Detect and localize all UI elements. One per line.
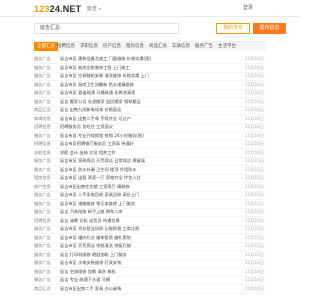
- tab-job-seekers[interactable]: 求职信息: [80, 42, 98, 51]
- login-link[interactable]: 登录: [243, 5, 253, 12]
- chevron-down-icon: ▾: [98, 6, 101, 11]
- city-switcher[interactable]: 延吉 ▾: [87, 5, 101, 13]
- publish-info-button[interactable]: 发布信息: [253, 23, 286, 34]
- city-label: 延吉: [87, 6, 98, 12]
- tab-services[interactable]: 服务广告: [195, 42, 213, 51]
- listing-title[interactable]: 延吉市区出售二手 家具 办公桌椅: [60, 284, 210, 293]
- tab-jobs[interactable]: 招聘信息: [57, 42, 75, 51]
- site-logo[interactable]: 12324.NET: [34, 4, 81, 14]
- logo-domain: 24.NET: [49, 4, 82, 14]
- search-bar: 延吉汇总 我的发布 发布信息: [34, 21, 286, 37]
- list-item[interactable]: 商品汇总 延吉市区出售二手 家具 办公桌椅 11月14日: [34, 284, 266, 294]
- logo-number: 123: [34, 4, 50, 14]
- tab-all[interactable]: 全部汇总: [34, 42, 58, 51]
- tab-life[interactable]: 生活平台: [218, 42, 236, 51]
- my-posts-button[interactable]: 我的发布: [216, 23, 250, 34]
- search-input[interactable]: 延吉汇总: [34, 23, 179, 34]
- tab-property[interactable]: 房产信息: [103, 42, 121, 51]
- tab-rentals[interactable]: 租房信息: [126, 42, 144, 51]
- listing-category[interactable]: 商品汇总: [34, 284, 51, 293]
- tab-vehicles[interactable]: 车辆信息: [172, 42, 190, 51]
- top-bar: 12324.NET 延吉 ▾ 登录: [0, 0, 300, 17]
- category-tabs: 全部汇总 招聘信息 求职信息 房产信息 租房信息 商品汇总 车辆信息 服务广告 …: [34, 41, 266, 51]
- listing-date: 11月14日: [244, 285, 264, 291]
- tab-goods[interactable]: 商品汇总: [149, 42, 167, 51]
